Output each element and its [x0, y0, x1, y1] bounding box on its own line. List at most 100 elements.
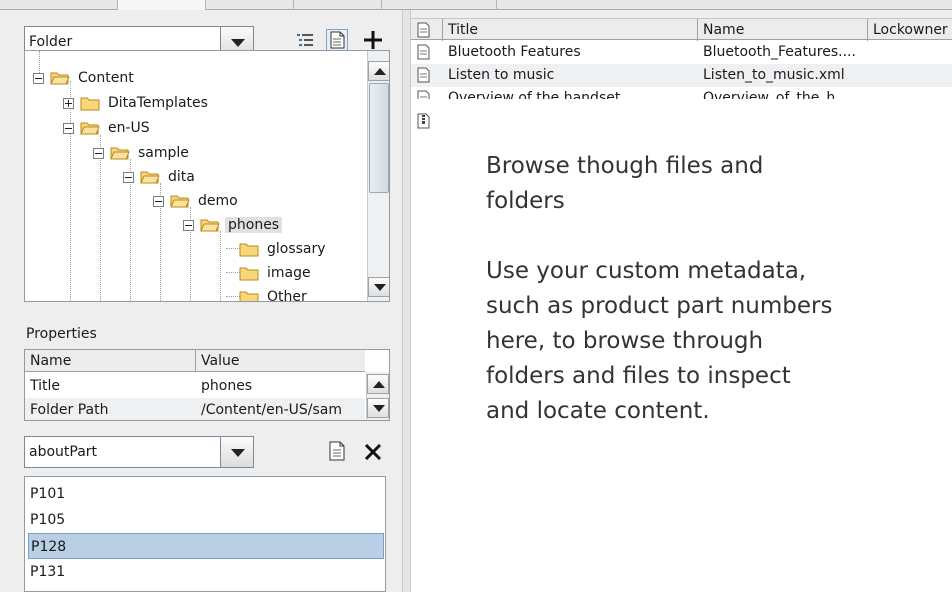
callout-line: here, to browse through [486, 328, 764, 354]
tab-3[interactable] [206, 0, 294, 10]
tree-node-content[interactable]: Content [33, 67, 137, 89]
document-icon [417, 44, 430, 60]
collapse-icon[interactable] [63, 122, 74, 134]
callout-paragraph-1: Browse though files and folders [486, 149, 763, 219]
column-header-name[interactable]: Name [703, 22, 744, 38]
folder-icon [239, 243, 259, 257]
property-name: Folder Path [30, 402, 109, 418]
tree-node-phones[interactable]: phones [183, 214, 283, 236]
property-value: phones [201, 378, 253, 394]
table-row[interactable]: Listen to music Listen_to_music.xml [411, 64, 952, 87]
tree-node-en-us[interactable]: en-US [63, 117, 153, 139]
callout-line: folders and files to inspect [486, 363, 791, 389]
column-header-lockowner[interactable]: Lockowner [873, 22, 948, 38]
file-title: Overview of the handset [448, 90, 621, 99]
help-callout: Browse though files and folders Use your… [448, 128, 918, 478]
file-name: Overview_of_the_h [703, 90, 836, 99]
properties-table: Name Value Title phones Folder Path /Con… [24, 349, 390, 421]
list-item[interactable]: P128 [28, 533, 384, 559]
tree-node-dita[interactable]: dita [123, 166, 198, 188]
collapse-icon[interactable] [153, 195, 164, 207]
document-icon [417, 67, 430, 83]
tab-1[interactable] [0, 0, 118, 10]
column-header-value[interactable]: Value [201, 353, 239, 369]
property-value: /Content/en-US/sam [201, 402, 343, 418]
zip-icon [417, 113, 430, 129]
folder-open-icon [110, 147, 130, 160]
split-pane-divider[interactable] [402, 10, 411, 592]
properties-heading: Properties [26, 326, 97, 342]
table-row[interactable]: Overview of the handset Overview_of_the_… [411, 87, 952, 99]
file-title: Listen to music [448, 67, 555, 83]
file-name: Bluetooth_Features.... [703, 44, 856, 60]
collapse-icon[interactable] [183, 219, 194, 231]
tree-node-other[interactable]: Other [239, 286, 310, 302]
page-icon[interactable] [326, 440, 348, 462]
metadata-value-list: P101 P105 P128 P131 [24, 476, 386, 592]
column-header-name[interactable]: Name [30, 353, 71, 369]
scroll-up-arrow[interactable] [368, 61, 389, 81]
tree-node-label: Other [267, 289, 307, 302]
callout-line: Use your custom metadata, [486, 258, 807, 284]
tree-node-label: demo [198, 193, 238, 209]
tree-node-demo[interactable]: demo [153, 190, 241, 212]
table-row[interactable]: Bluetooth Features Bluetooth_Features...… [411, 41, 952, 64]
tab-5[interactable] [382, 0, 497, 10]
tree-node-image[interactable]: image [239, 262, 314, 284]
metadata-field-selector[interactable]: aboutPart [24, 436, 254, 468]
metadata-field-selector-value: aboutPart [29, 444, 98, 460]
scrollbar-thumb[interactable] [369, 83, 389, 193]
tree-node-label: glossary [267, 241, 326, 257]
collapse-icon[interactable] [93, 147, 104, 159]
file-name: Listen_to_music.xml [703, 67, 845, 83]
scroll-down-arrow[interactable] [368, 277, 389, 297]
list-item[interactable]: P105 [28, 507, 384, 533]
folder-icon [80, 97, 100, 111]
callout-line: such as product part numbers [486, 293, 833, 319]
tree-node-label: en-US [108, 120, 150, 136]
tree-node-label: dita [168, 169, 195, 185]
close-icon[interactable] [362, 441, 384, 463]
folder-view-selector-value: Folder [29, 34, 73, 50]
table-row[interactable]: Folder Path /Content/en-US/sam [25, 398, 365, 420]
callout-line: Browse though files and [486, 153, 764, 179]
folder-icon [239, 267, 259, 281]
folder-open-icon [80, 122, 100, 135]
file-title: Bluetooth Features [448, 44, 581, 60]
expand-icon[interactable] [63, 97, 74, 109]
tree-node-label: image [267, 265, 311, 281]
file-table-header: Title Name Lockowner [411, 18, 952, 41]
tree-node-label: DitaTemplates [108, 95, 208, 111]
callout-paragraph-2: Use your custom metadata, such as produc… [486, 254, 832, 429]
table-row[interactable]: Title phones [25, 374, 365, 398]
tree-node-ditatemplates[interactable]: DitaTemplates [63, 92, 211, 114]
tree-node-label: sample [138, 145, 189, 161]
column-header-title[interactable]: Title [448, 22, 478, 38]
folder-open-icon [140, 171, 160, 184]
folder-tree: Content DitaTemplates en-US sample dita … [24, 50, 390, 302]
folder-open-icon [50, 72, 70, 85]
properties-scrollbar[interactable] [366, 372, 389, 420]
collapse-icon[interactable] [123, 171, 134, 183]
scroll-down-arrow[interactable] [367, 398, 389, 418]
folder-icon [239, 291, 259, 301]
tree-node-label: Content [78, 70, 134, 86]
plus-icon[interactable] [362, 29, 384, 51]
document-icon [417, 90, 430, 99]
tab-4[interactable] [294, 0, 382, 10]
property-name: Title [30, 378, 61, 394]
tree-scrollbar[interactable] [367, 51, 389, 301]
chevron-down-icon[interactable] [220, 437, 253, 467]
scroll-up-arrow[interactable] [367, 374, 389, 394]
list-item[interactable]: P101 [28, 481, 384, 507]
page-icon[interactable] [326, 29, 348, 51]
tab-2[interactable] [118, 0, 206, 10]
tree-view-icon[interactable] [294, 30, 316, 52]
tree-node-glossary[interactable]: glossary [239, 238, 329, 260]
list-item[interactable]: P131 [28, 559, 384, 585]
tree-node-sample[interactable]: sample [93, 142, 192, 164]
tab-strip [0, 0, 952, 10]
folder-open-icon [170, 195, 190, 208]
collapse-icon[interactable] [33, 72, 44, 84]
callout-line: and locate content. [486, 398, 710, 424]
